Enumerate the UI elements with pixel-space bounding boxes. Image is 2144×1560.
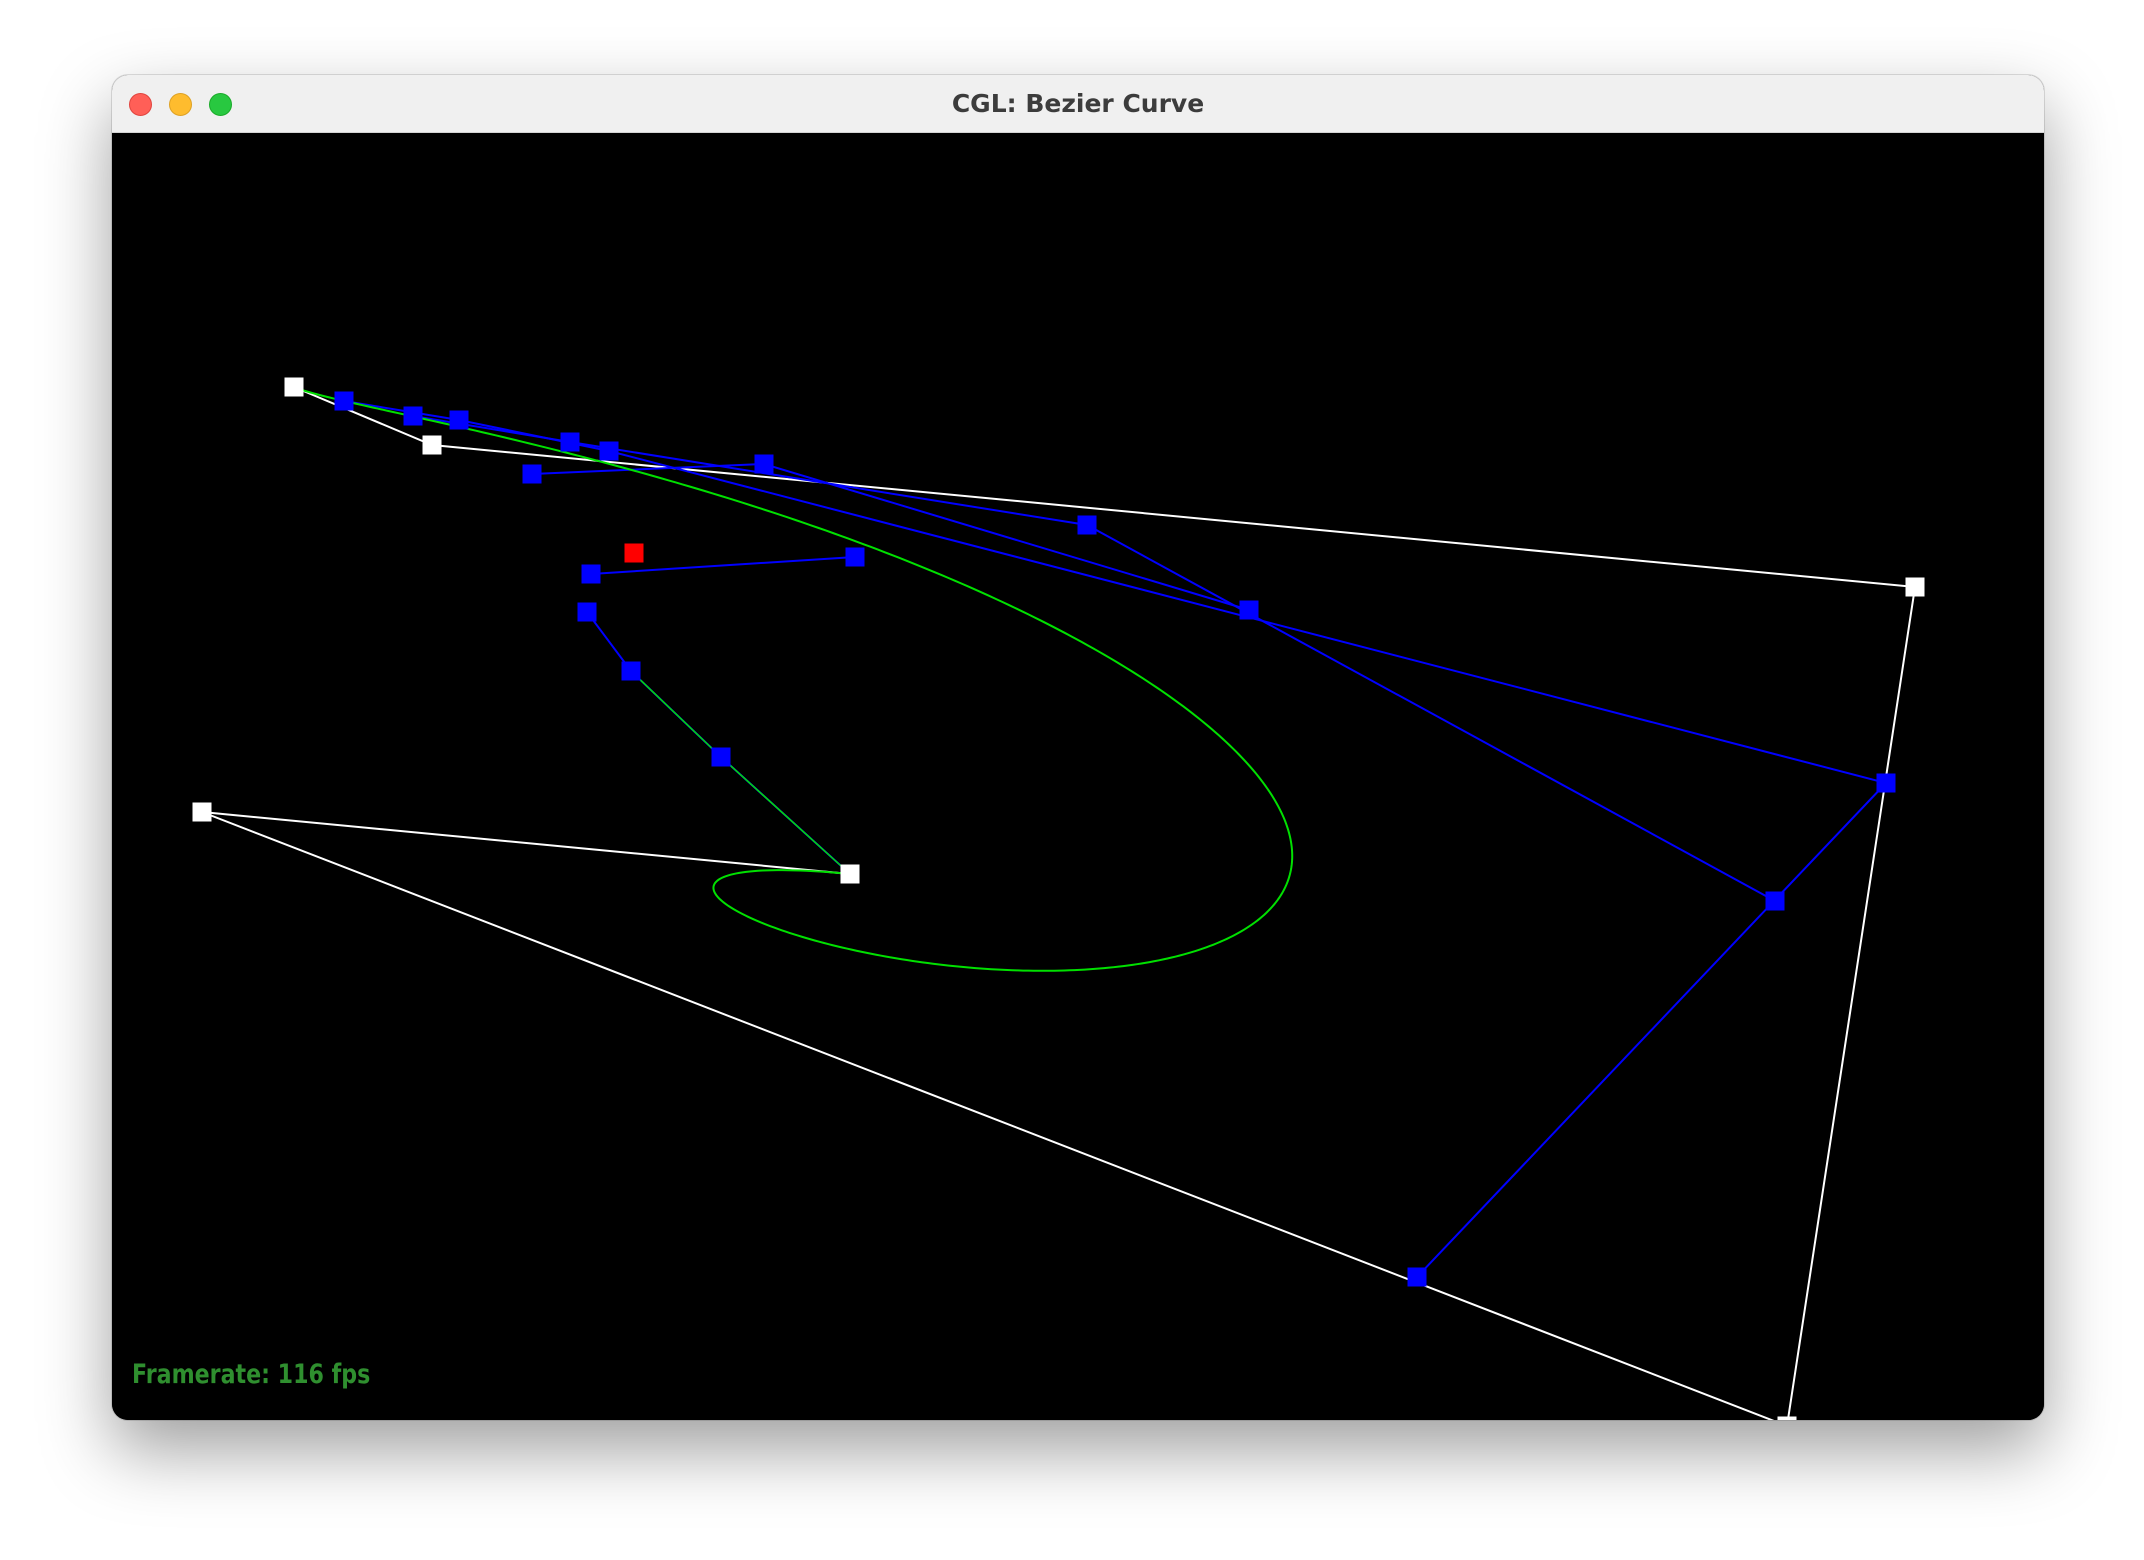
window-title: CGL: Bezier Curve — [951, 89, 1205, 118]
subdivision-point — [711, 747, 731, 767]
subdivision-polygon-2 — [412, 415, 1776, 902]
bezier-curve — [293, 386, 1294, 972]
bezier-curve-tail — [630, 670, 851, 875]
subdivision-point — [522, 464, 542, 484]
subdivision-polygon-1 — [343, 400, 1888, 1278]
title-bar[interactable]: CGL: Bezier Curve — [112, 75, 2044, 133]
control-point[interactable] — [1777, 1416, 1797, 1421]
control-point[interactable] — [192, 802, 212, 822]
control-polygon — [201, 386, 1917, 1420]
subdivision-point — [577, 602, 597, 622]
subdivision-point — [845, 547, 865, 567]
subdivision-point — [334, 391, 354, 411]
framerate-readout: Framerate: 116 fps — [132, 1359, 371, 1390]
subdivision-point — [1876, 773, 1896, 793]
render-viewport[interactable]: Framerate: 116 fps — [112, 133, 2044, 1420]
subdivision-point — [621, 661, 641, 681]
subdivision-point — [599, 441, 619, 461]
app-window: CGL: Bezier Curve Framerate: 116 fps — [112, 75, 2044, 1420]
subdivision-point — [581, 564, 601, 584]
evaluated-point — [624, 543, 644, 563]
subdivision-branch — [586, 611, 851, 875]
subdivision-point — [1239, 600, 1259, 620]
control-point[interactable] — [284, 377, 304, 397]
subdivision-point — [403, 406, 423, 426]
subdivision-point — [1765, 891, 1785, 911]
control-point[interactable] — [422, 435, 442, 455]
bezier-scene[interactable] — [112, 133, 2044, 1420]
control-point[interactable] — [1905, 577, 1925, 597]
subdivision-point — [449, 410, 469, 430]
subdivision-point — [1077, 515, 1097, 535]
subdivision-point — [754, 454, 774, 474]
subdivision-point — [560, 432, 580, 452]
subdivision-point — [1407, 1267, 1427, 1287]
control-point[interactable] — [840, 864, 860, 884]
subdivision-polygon-3 — [531, 462, 1250, 611]
